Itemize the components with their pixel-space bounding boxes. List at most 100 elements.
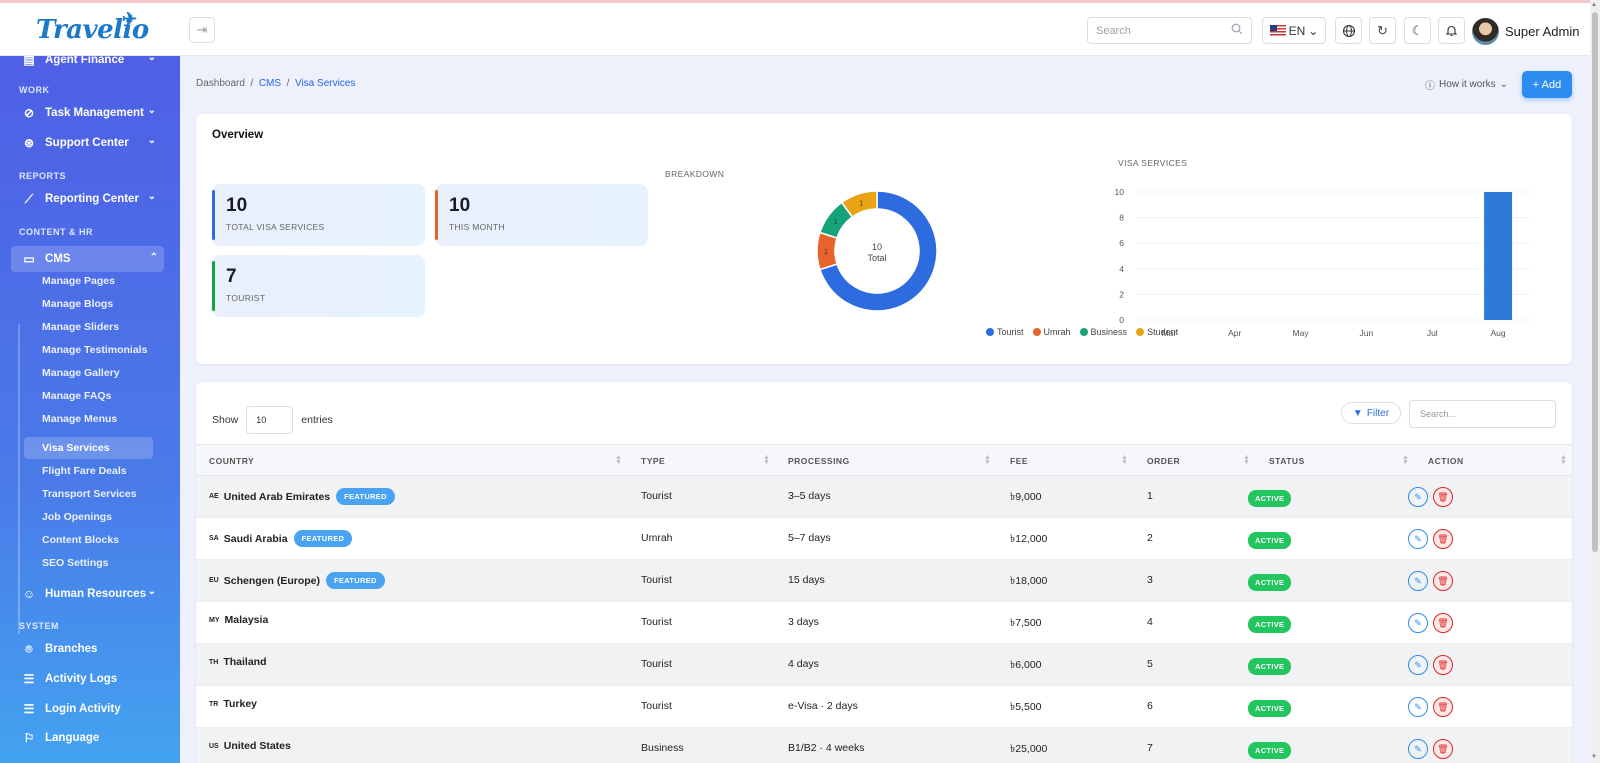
section-label-system: SYSTEM xyxy=(19,621,60,631)
sidebar-sub-manage-pages[interactable]: Manage Pages xyxy=(42,275,115,287)
delete-button[interactable]: 🗑 xyxy=(1433,655,1453,675)
delete-button[interactable]: 🗑 xyxy=(1433,487,1453,507)
legend-item[interactable]: Umrah xyxy=(1032,327,1071,337)
how-it-works-button[interactable]: ⓘ How it works ⌄ xyxy=(1425,77,1508,92)
sidebar-item-agent-finance[interactable]: ▤ Agent Finance ⌄ xyxy=(22,56,162,71)
sidebar-item-activity-logs[interactable]: ☰ Activity Logs xyxy=(22,668,162,690)
pencil-icon: ✎ xyxy=(1414,701,1422,712)
cell-country: EU Schengen (Europe) FEATURED xyxy=(209,572,385,589)
column-header-order[interactable]: ORDER xyxy=(1147,456,1180,466)
sidebar-sub-manage-faqs[interactable]: Manage FAQs xyxy=(42,390,111,402)
country-code: EU xyxy=(209,577,219,584)
globe-button[interactable] xyxy=(1335,17,1362,44)
cell-processing: e-Visa · 2 days xyxy=(788,700,858,712)
sidebar-sub-manage-blogs[interactable]: Manage Blogs xyxy=(42,298,113,310)
featured-badge: FEATURED xyxy=(336,488,395,505)
sort-icon[interactable]: ▲ ▼ xyxy=(984,454,991,466)
entries-select[interactable]: 10 xyxy=(246,406,294,434)
sidebar-sub-visa-services[interactable]: Visa Services xyxy=(24,437,153,459)
sidebar-item-branches[interactable]: ⌾ Branches xyxy=(22,638,162,660)
status-badge: ACTIVE xyxy=(1248,574,1292,591)
column-header-processing[interactable]: PROCESSING xyxy=(788,456,850,466)
delete-button[interactable]: 🗑 xyxy=(1433,529,1453,549)
column-header-country[interactable]: COUNTRY xyxy=(209,456,254,466)
sort-icon[interactable]: ▲ ▼ xyxy=(763,454,770,466)
stat-label: TOTAL VISA SERVICES xyxy=(226,222,325,232)
sort-icon[interactable]: ▲ ▼ xyxy=(1243,454,1250,466)
sidebar-item-support-center[interactable]: ⊛ Support Center ⌄ xyxy=(22,132,162,154)
cell-country: MY Malaysia xyxy=(209,614,268,626)
plane-icon: ✈ xyxy=(122,9,137,30)
chevron-down-icon: ⌄ xyxy=(1308,23,1319,38)
delete-button[interactable]: 🗑 xyxy=(1433,571,1453,591)
table-row: SA Saudi Arabia FEATURED Umrah 5–7 days ৳1… xyxy=(196,518,1572,560)
edit-button[interactable]: ✎ xyxy=(1408,739,1428,759)
delete-button[interactable]: 🗑 xyxy=(1433,739,1453,759)
edit-button[interactable]: ✎ xyxy=(1408,571,1428,591)
scrollbar-thumb[interactable] xyxy=(1592,12,1598,552)
sort-icon[interactable]: ▲ ▼ xyxy=(1121,454,1128,466)
scroll-down-icon[interactable]: ▼ xyxy=(1591,754,1597,760)
sidebar-sub-seo-settings[interactable]: SEO Settings xyxy=(42,557,109,569)
edit-button[interactable]: ✎ xyxy=(1408,655,1428,675)
delete-button[interactable]: 🗑 xyxy=(1433,697,1453,717)
sidebar-sub-manage-sliders[interactable]: Manage Sliders xyxy=(42,321,119,333)
language-selector[interactable]: EN ⌄ xyxy=(1262,17,1326,44)
column-header-type[interactable]: TYPE xyxy=(641,456,665,466)
edit-button[interactable]: ✎ xyxy=(1408,697,1428,717)
cell-fee: ৳18,000 xyxy=(1010,575,1048,587)
sidebar-sub-manage-testimonials[interactable]: Manage Testimonials xyxy=(42,344,147,356)
sidebar-item-login-activity[interactable]: ☰ Login Activity xyxy=(22,698,162,720)
sidebar-item-language[interactable]: ⚐ Language xyxy=(22,727,162,749)
sidebar-sub-job-openings[interactable]: Job Openings xyxy=(42,511,112,523)
edit-button[interactable]: ✎ xyxy=(1408,613,1428,633)
user-avatar[interactable] xyxy=(1472,18,1499,45)
edit-button[interactable]: ✎ xyxy=(1408,529,1428,549)
sidebar-sub-content-blocks[interactable]: Content Blocks xyxy=(42,534,119,546)
cms-subnav-line xyxy=(18,324,20,634)
dark-mode-button[interactable]: ☾ xyxy=(1404,17,1431,44)
cell-fee: ৳5,500 xyxy=(1010,701,1042,713)
breadcrumb-dashboard[interactable]: Dashboard xyxy=(196,78,245,89)
sidebar-item-cms[interactable]: ▭ CMS ⌃ xyxy=(11,246,164,272)
sort-icon[interactable]: ▲ ▼ xyxy=(1402,454,1409,466)
travelio-logo[interactable]: Travelio ✈ xyxy=(36,9,149,45)
sidebar-item-human-resources[interactable]: ☺ Human Resources ⌄ xyxy=(22,583,162,605)
country-name: United Arab Emirates xyxy=(223,490,331,503)
edit-button[interactable]: ✎ xyxy=(1408,487,1428,507)
legend-item[interactable]: Tourist xyxy=(986,327,1024,337)
sidebar-sub-flight-fare-deals[interactable]: Flight Fare Deals xyxy=(42,465,127,477)
sidebar-sub-manage-menus[interactable]: Manage Menus xyxy=(42,413,117,425)
sidebar-sub-manage-gallery[interactable]: Manage Gallery xyxy=(42,367,120,379)
sidebar-item-task-management[interactable]: ⊘ Task Management ⌄ xyxy=(22,102,162,124)
sidebar-item-reporting-center[interactable]: ⟋ Reporting Center ⌄ xyxy=(22,188,162,210)
donut-slice-label: 1 xyxy=(834,219,838,226)
refresh-button[interactable]: ↻ xyxy=(1369,17,1396,44)
delete-button[interactable]: 🗑 xyxy=(1433,613,1453,633)
notifications-button[interactable] xyxy=(1438,17,1465,44)
breadcrumb-cms[interactable]: CMS xyxy=(259,78,281,89)
trash-icon: 🗑 xyxy=(1437,617,1449,628)
cell-processing: 3–5 days xyxy=(788,490,831,502)
sort-icon[interactable]: ▲ ▼ xyxy=(615,454,622,466)
sidebar-sub-transport-services[interactable]: Transport Services xyxy=(42,488,137,500)
bar-aug[interactable] xyxy=(1484,192,1513,320)
filter-button[interactable]: ▼ Filter xyxy=(1341,402,1401,424)
column-header-fee[interactable]: FEE xyxy=(1010,456,1028,466)
header-search-placeholder: Search xyxy=(1096,24,1131,37)
add-button[interactable]: + Add xyxy=(1522,71,1572,98)
page-scrollbar[interactable]: ▲ ▼ xyxy=(1590,0,1600,763)
user-name[interactable]: Super Admin xyxy=(1505,24,1579,39)
cell-type: Umrah xyxy=(641,532,673,544)
table-search-input[interactable]: Search... xyxy=(1409,400,1556,428)
column-header-status[interactable]: STATUS xyxy=(1269,456,1305,466)
scroll-up-icon[interactable]: ▲ xyxy=(1591,2,1597,8)
sort-icon[interactable]: ▲ ▼ xyxy=(1560,454,1567,466)
header-search-input[interactable]: Search xyxy=(1087,17,1252,44)
y-tick-label: 0 xyxy=(1119,315,1124,325)
list-icon: ☰ xyxy=(23,672,35,686)
featured-badge: FEATURED xyxy=(326,572,385,589)
collapse-sidebar-button[interactable]: ⇥ xyxy=(189,17,215,43)
section-label-reports: REPORTS xyxy=(19,171,67,181)
country-code: US xyxy=(209,742,219,750)
